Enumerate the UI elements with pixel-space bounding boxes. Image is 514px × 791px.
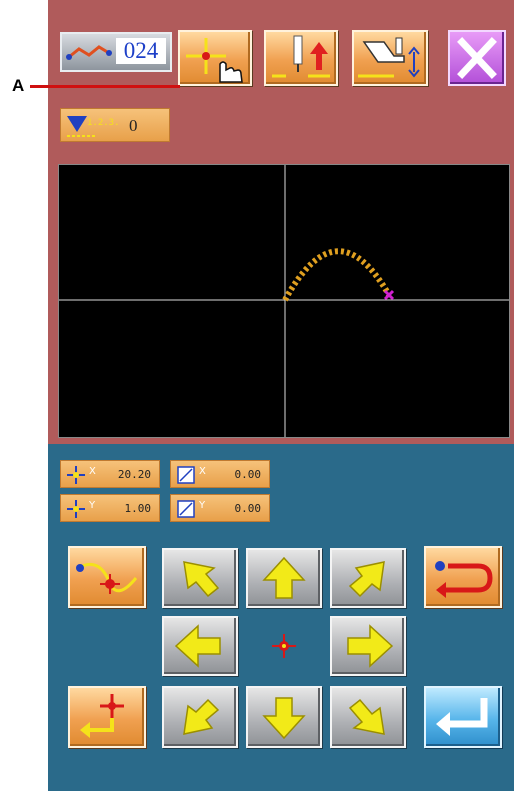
- scale-y-axis-label: Y: [88, 500, 96, 511]
- enter-button[interactable]: [424, 686, 502, 748]
- move-down-button[interactable]: [246, 686, 322, 748]
- callout-line: [30, 85, 180, 88]
- move-up-left-button[interactable]: [162, 548, 238, 608]
- current-point-marker: [383, 289, 395, 301]
- enter-icon: [436, 698, 488, 736]
- stitch-counter-value: 0: [129, 116, 138, 135]
- arrow-down-right-icon: [348, 698, 385, 735]
- move-origin-button[interactable]: [178, 30, 252, 86]
- offset-box-icon: Y: [177, 500, 206, 518]
- needle-up-icon: [272, 35, 330, 78]
- move-down-left-button[interactable]: [162, 686, 238, 748]
- offset-x-axis-label: X: [199, 466, 206, 477]
- stitch-count-icon-text: 1.2.3..: [87, 118, 121, 128]
- move-up-button[interactable]: [246, 548, 322, 608]
- scale-move-icon: X: [67, 466, 96, 484]
- arrow-down-icon: [262, 697, 306, 740]
- stitch-count-icon: 1.2.3..: [67, 116, 121, 137]
- pattern-preview: [59, 165, 509, 437]
- move-right-button[interactable]: [330, 616, 406, 676]
- curve-point-icon: [76, 563, 138, 594]
- move-down-right-button[interactable]: [330, 686, 406, 748]
- scale-move-icon: Y: [67, 500, 96, 518]
- arrow-up-icon: [262, 556, 306, 599]
- pattern-number-value: 024: [116, 38, 166, 64]
- offset-box-icon: X: [177, 466, 206, 484]
- move-up-right-button[interactable]: [330, 548, 406, 608]
- offset-y-display[interactable]: Y 0.00: [170, 494, 270, 522]
- presser-foot-button[interactable]: [352, 30, 428, 86]
- pattern-wave-icon: [66, 45, 112, 60]
- needle-up-button[interactable]: [264, 30, 338, 86]
- return-button[interactable]: [424, 546, 502, 608]
- offset-x-value: 0.00: [234, 468, 262, 481]
- center-origin-marker: [246, 616, 322, 676]
- crosshair-icon: [272, 634, 296, 658]
- scale-x-display[interactable]: X 20.20: [60, 460, 160, 488]
- arrow-right-icon: [347, 624, 394, 668]
- pattern-canvas[interactable]: [58, 164, 510, 438]
- arrow-down-left-icon: [183, 698, 220, 735]
- presser-foot-icon: [358, 37, 420, 78]
- pattern-number-display[interactable]: 024: [60, 32, 172, 72]
- scale-x-axis-label: X: [89, 466, 96, 477]
- return-to-origin-button[interactable]: [68, 686, 146, 748]
- curve-point-button[interactable]: [68, 546, 146, 608]
- offset-y-axis-label: Y: [198, 500, 206, 511]
- crosshair-hand-icon: [186, 38, 243, 83]
- return-arrow-icon: [435, 561, 493, 598]
- stitch-counter-display[interactable]: 1.2.3.. 0: [60, 108, 170, 142]
- arrow-up-left-icon: [183, 561, 220, 598]
- close-button[interactable]: [448, 30, 506, 86]
- arrow-up-right-icon: [348, 561, 385, 598]
- offset-x-display[interactable]: X 0.00: [170, 460, 270, 488]
- return-to-origin-icon: [80, 694, 124, 738]
- close-icon: [457, 37, 497, 79]
- stitch-curve: [282, 248, 392, 302]
- arrow-left-icon: [174, 624, 221, 668]
- scale-y-value: 1.00: [124, 502, 152, 515]
- move-left-button[interactable]: [162, 616, 238, 676]
- callout-label: A: [12, 76, 25, 95]
- offset-y-value: 0.00: [234, 502, 262, 515]
- scale-x-value: 20.20: [117, 468, 151, 481]
- scale-y-display[interactable]: Y 1.00: [60, 494, 160, 522]
